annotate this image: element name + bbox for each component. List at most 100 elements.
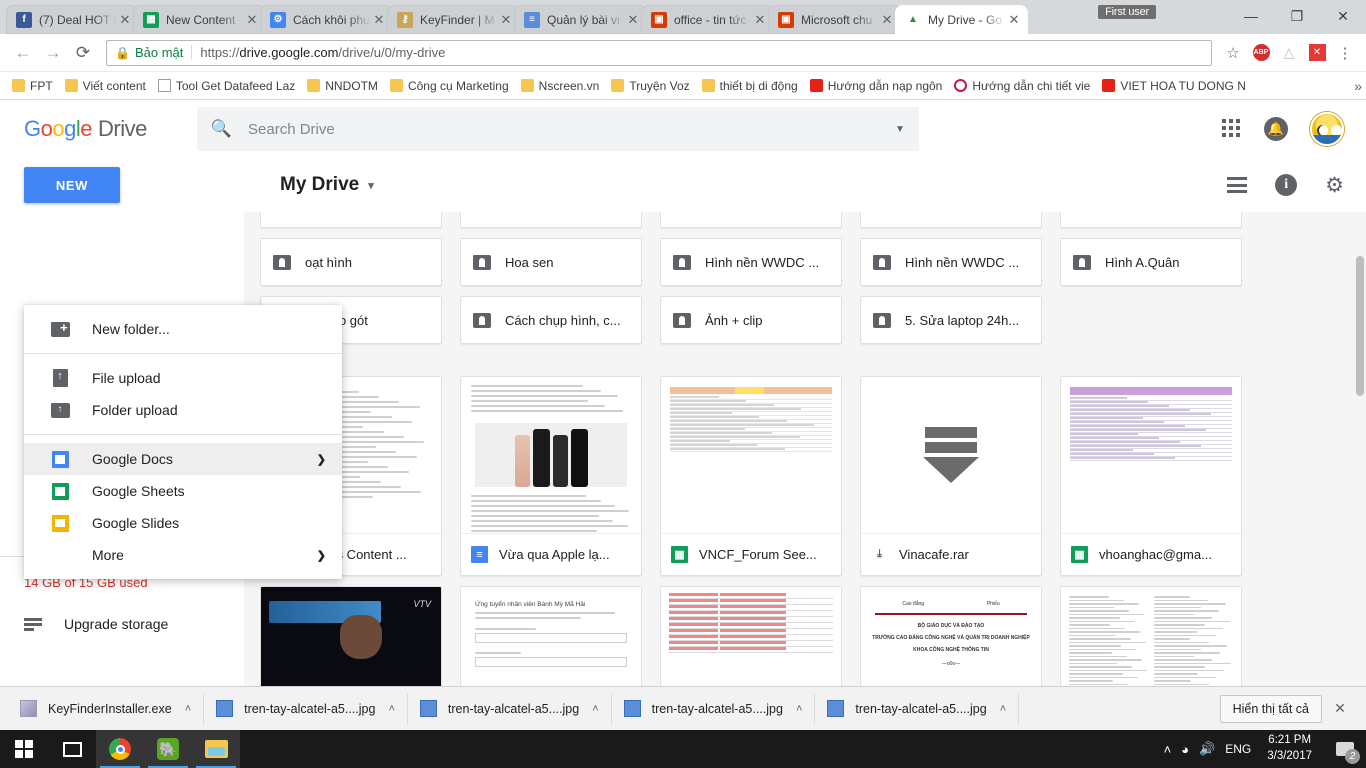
evernote-taskbar-icon[interactable]: 🐘 xyxy=(144,730,192,768)
file-card[interactable]: VTV xyxy=(260,586,442,686)
close-downloads-bar-button[interactable]: ✕ xyxy=(1322,700,1358,717)
folder-card[interactable] xyxy=(860,212,1042,228)
grid-scrollbar[interactable] xyxy=(1356,256,1364,396)
window-user-label[interactable]: First user xyxy=(1098,5,1156,19)
close-tab-icon[interactable]: ✕ xyxy=(244,13,260,26)
bookmark-item[interactable]: Hướng dẫn chi tiết vie xyxy=(948,75,1096,97)
download-item[interactable]: tren-tay-alcatel-a5....jpg ˄ xyxy=(204,693,408,724)
folder-card[interactable] xyxy=(260,212,442,228)
browser-tab[interactable]: ▲ My Drive - Go ✕ xyxy=(895,5,1028,34)
browser-tab[interactable]: ⚙ Cách khôi phụ ✕ xyxy=(260,5,393,34)
download-menu-caret-icon[interactable]: ˄ xyxy=(592,703,598,715)
star-icon[interactable]: ☆ xyxy=(1220,40,1246,66)
action-center-icon[interactable]: 2 xyxy=(1328,730,1362,768)
bookmark-item[interactable]: Nscreen.vn xyxy=(515,75,606,97)
search-box[interactable]: 🔍 ▼ xyxy=(196,107,919,151)
folder-card[interactable] xyxy=(1060,212,1242,228)
tray-chevron-icon[interactable]: ˄ xyxy=(1164,742,1172,757)
notifications-bell-icon[interactable]: 🔔 xyxy=(1264,117,1288,141)
close-tab-icon[interactable]: ✕ xyxy=(879,13,895,26)
new-tab-button[interactable] xyxy=(1034,10,1062,34)
minimize-button[interactable]: — xyxy=(1228,0,1274,32)
menu-item[interactable]: Google Sheets xyxy=(24,475,342,507)
file-card[interactable] xyxy=(660,586,842,686)
file-card[interactable]: Ứng tuyển nhân viên Bánh Mỳ Mã Hải xyxy=(460,586,642,686)
adblock-plus-icon[interactable]: ABP xyxy=(1248,40,1274,66)
file-card[interactable]: ≡ Vừa qua Apple lạ... xyxy=(460,376,642,576)
sidebar-item-upgrade-storage[interactable]: Upgrade storage xyxy=(0,604,244,644)
download-item[interactable]: tren-tay-alcatel-a5....jpg ˄ xyxy=(408,693,612,724)
folder-card[interactable] xyxy=(460,212,642,228)
volume-icon[interactable]: 🔊 xyxy=(1199,741,1215,757)
chrome-menu-icon[interactable]: ⋮ xyxy=(1332,40,1358,66)
download-menu-caret-icon[interactable]: ˄ xyxy=(796,703,802,715)
menu-item[interactable]: New folder... xyxy=(24,313,342,345)
reload-button[interactable]: ⟳ xyxy=(68,38,98,68)
back-button[interactable]: ← xyxy=(8,38,38,68)
drive-extension-icon[interactable]: △ xyxy=(1276,40,1302,66)
google-drive-logo[interactable]: Google Drive xyxy=(24,116,147,142)
download-item[interactable]: tren-tay-alcatel-a5....jpg ˄ xyxy=(612,693,816,724)
folder-card[interactable]: Hình nền WWDC ... xyxy=(660,238,842,286)
maximize-button[interactable]: ❐ xyxy=(1274,0,1320,32)
chrome-taskbar-icon[interactable] xyxy=(96,730,144,768)
browser-tab[interactable]: f (7) Deal HOT H ✕ xyxy=(6,5,139,34)
file-card[interactable] xyxy=(1060,586,1242,686)
close-tab-icon[interactable]: ✕ xyxy=(371,13,387,26)
file-card[interactable]: ▦ vhoanghac@gma... xyxy=(1060,376,1242,576)
download-menu-caret-icon[interactable]: ˄ xyxy=(1000,703,1006,715)
folder-card[interactable]: oạt hình xyxy=(260,238,442,286)
forward-button[interactable]: → xyxy=(38,38,68,68)
bookmark-item[interactable]: NNDOTM xyxy=(301,75,384,97)
download-item[interactable]: KeyFinderInstaller.exe ˄ xyxy=(8,693,205,724)
bookmark-item[interactable]: VIET HOA TU DONG N xyxy=(1096,75,1252,97)
apps-grid-icon[interactable] xyxy=(1222,119,1242,139)
bookmarks-overflow-icon[interactable]: » xyxy=(1354,78,1362,94)
bookmark-item[interactable]: Viết content xyxy=(59,75,152,97)
file-explorer-taskbar-icon[interactable] xyxy=(192,730,240,768)
close-window-button[interactable]: ✕ xyxy=(1320,0,1366,32)
download-menu-caret-icon[interactable]: ˄ xyxy=(185,703,191,715)
bookmark-item[interactable]: Hướng dẫn nạp ngôn xyxy=(804,75,949,97)
browser-tab[interactable]: ⚷ KeyFinder | M ✕ xyxy=(387,5,520,34)
new-button[interactable]: NEW xyxy=(24,167,120,203)
chevron-down-icon[interactable]: ▾ xyxy=(368,179,374,192)
folder-card[interactable]: Hình nền WWDC ... xyxy=(860,238,1042,286)
red-extension-icon[interactable]: ✕ xyxy=(1304,40,1330,66)
file-card[interactable]: ▦ VNCF_Forum See... xyxy=(660,376,842,576)
folder-card[interactable]: 5. Sửa laptop 24h... xyxy=(860,296,1042,344)
menu-item[interactable]: ↑ Folder upload xyxy=(24,394,342,426)
download-item[interactable]: tren-tay-alcatel-a5....jpg ˄ xyxy=(815,693,1020,724)
show-all-downloads-button[interactable]: Hiển thị tất cả xyxy=(1219,694,1322,723)
browser-tab[interactable]: ▣ office - tin tức ✕ xyxy=(641,5,774,34)
close-tab-icon[interactable]: ✕ xyxy=(1006,13,1022,26)
settings-gear-icon[interactable]: ⚙ xyxy=(1325,175,1344,196)
windows-start-icon[interactable] xyxy=(0,730,48,768)
bookmark-item[interactable]: Truyện Voz xyxy=(605,75,695,97)
language-indicator[interactable]: ENG xyxy=(1225,742,1251,756)
menu-item[interactable]: Google Slides xyxy=(24,507,342,539)
browser-tab[interactable]: ▣ Microsoft chu ✕ xyxy=(768,5,901,34)
menu-item[interactable]: Google Docs ❯ xyxy=(24,443,342,475)
folder-card[interactable] xyxy=(660,212,842,228)
folder-card[interactable]: Ảnh + clip xyxy=(660,296,842,344)
bookmark-item[interactable]: Công cụ Marketing xyxy=(384,75,515,97)
menu-item[interactable]: More ❯ xyxy=(24,539,342,571)
list-view-icon[interactable] xyxy=(1227,177,1248,193)
folder-card[interactable]: Hình A.Quân xyxy=(1060,238,1242,286)
search-input[interactable] xyxy=(248,120,895,138)
file-card[interactable]: Cao đẳng Phiếu BỘ GIÁO DỤC VÀ ĐÀO TẠO TRƯỜN… xyxy=(860,586,1042,686)
folder-card[interactable]: Cách chụp hình, c... xyxy=(460,296,642,344)
bookmark-item[interactable]: Tool Get Datafeed Laz xyxy=(152,75,301,97)
avatar[interactable] xyxy=(1310,112,1344,146)
bookmark-item[interactable]: FPT xyxy=(6,75,59,97)
breadcrumb[interactable]: My Drive ▾ xyxy=(280,174,374,196)
close-tab-icon[interactable]: ✕ xyxy=(498,13,514,26)
task-view-icon[interactable] xyxy=(48,730,96,768)
details-info-icon[interactable]: i xyxy=(1275,174,1298,196)
browser-tab[interactable]: ≡ Quản lý bài vi ✕ xyxy=(514,5,647,34)
close-tab-icon[interactable]: ✕ xyxy=(625,13,641,26)
bookmark-item[interactable]: thiết bị di động xyxy=(696,75,804,97)
wifi-icon[interactable]: ◕ xyxy=(1181,742,1189,757)
close-tab-icon[interactable]: ✕ xyxy=(752,13,768,26)
